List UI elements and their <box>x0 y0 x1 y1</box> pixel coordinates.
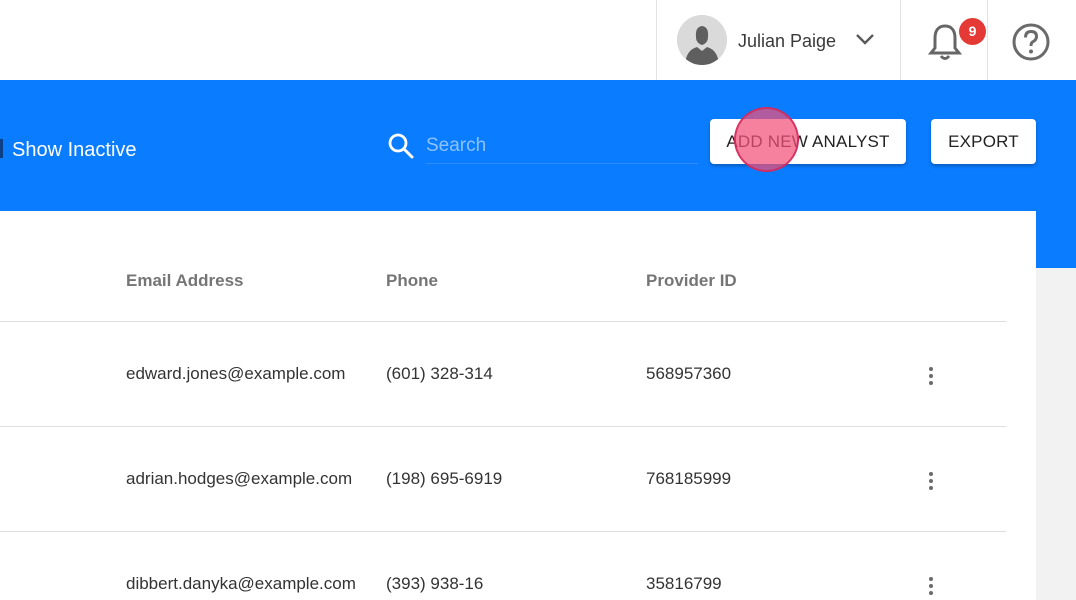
toolbar-extension <box>1036 211 1076 268</box>
column-header-phone[interactable]: Phone <box>386 270 438 292</box>
more-vert-icon[interactable] <box>923 365 939 387</box>
column-header-email[interactable]: Email Address <box>126 270 243 292</box>
row-divider <box>0 426 1006 427</box>
show-inactive-checkbox[interactable] <box>0 139 3 158</box>
notification-badge: 9 <box>959 18 986 45</box>
add-new-analyst-button[interactable]: ADD NEW ANALYST <box>710 119 906 164</box>
analysts-table: Email Address Phone Provider ID edward.j… <box>0 211 1036 600</box>
user-menu[interactable]: Julian Paige <box>656 0 900 80</box>
export-button[interactable]: EXPORT <box>931 119 1036 164</box>
show-inactive-toggle[interactable]: Show Inactive <box>12 138 137 162</box>
column-header-provider-id[interactable]: Provider ID <box>646 270 737 292</box>
provider-id-cell: 35816799 <box>646 574 722 593</box>
search-icon <box>387 132 415 160</box>
top-header: Julian Paige 9 <box>0 0 1076 80</box>
email-cell: adrian.hodges@example.com <box>126 469 353 488</box>
bell-icon <box>927 22 963 62</box>
right-gutter <box>1036 268 1076 600</box>
phone-cell: (393) 938-16 <box>386 574 484 593</box>
avatar-icon <box>677 15 727 65</box>
help-icon[interactable] <box>1011 22 1051 62</box>
user-name: Julian Paige <box>738 31 837 51</box>
email-cell: edward.jones@example.com <box>126 364 346 383</box>
row-divider <box>0 321 1006 322</box>
phone-cell: (198) 695-6919 <box>386 469 503 488</box>
provider-id-cell: 768185999 <box>646 469 732 488</box>
more-vert-icon[interactable] <box>923 470 939 492</box>
search-input[interactable] <box>426 128 698 164</box>
more-vert-icon[interactable] <box>923 575 939 597</box>
provider-id-cell: 568957360 <box>646 364 732 383</box>
chevron-down-icon[interactable] <box>855 32 875 46</box>
email-cell: dibbert.danyka@example.com <box>126 574 356 593</box>
phone-cell: (601) 328-314 <box>386 364 493 383</box>
row-divider <box>0 531 1006 532</box>
notifications-button[interactable]: 9 <box>900 0 988 80</box>
